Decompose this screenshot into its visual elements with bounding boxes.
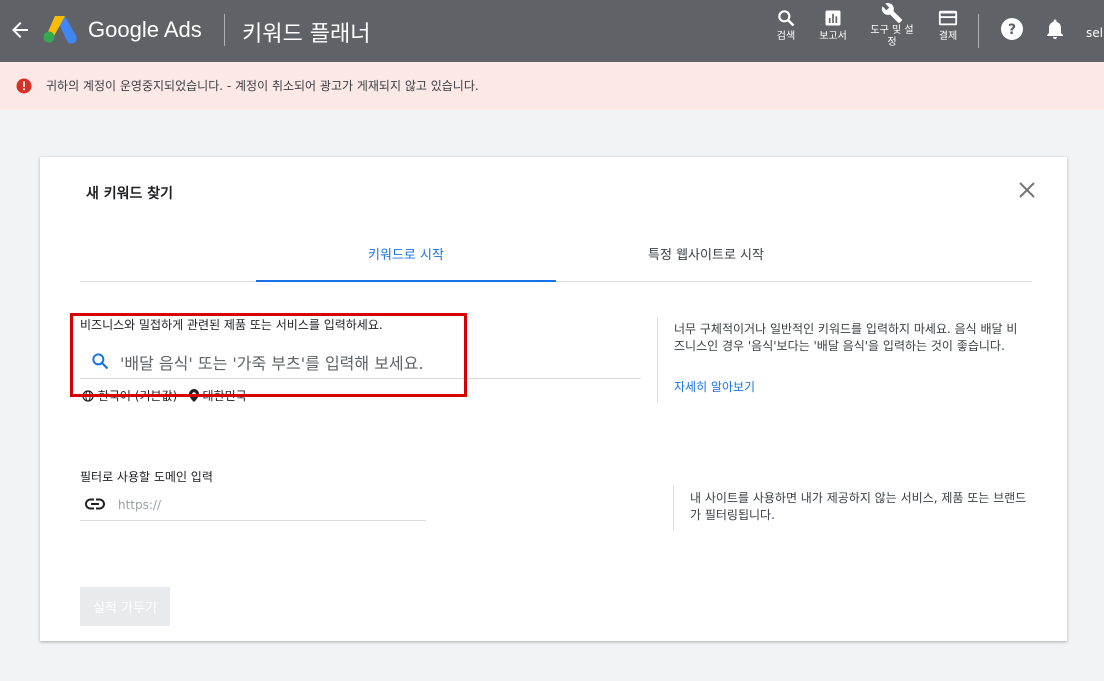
svg-text:?: ? [1008,22,1016,38]
brand-name: Google Ads [88,17,202,42]
get-results-button[interactable]: 실적 가두기 [80,587,170,626]
divider [978,14,979,48]
alert-message: 귀하의 계정이 운영중지되었습니다. - 계정이 취소되어 광고가 게재되지 않… [46,79,479,93]
keyword-search-field[interactable] [80,349,641,379]
billing-tool-button[interactable]: 결제 [934,8,962,43]
back-arrow-icon[interactable] [8,16,32,44]
reports-tool-button[interactable]: 보고서 [816,8,850,43]
tools-settings-label: 도구 및 설정 [870,25,914,48]
google-ads-logo-icon [43,16,77,44]
keyword-prompt-label: 비즈니스와 밀접하게 관련된 제품 또는 서비스를 입력하세요. [80,318,383,332]
keyword-search-input[interactable] [120,349,630,377]
search-tool-label: 검색 [776,31,796,42]
reports-icon [825,10,841,26]
language-location-row: 한국어 (기본값) 대한민국 [82,387,247,404]
new-keyword-dialog: 새 키워드 찾기 키워드로 시작 특정 웹사이트로 시작 비즈니스와 밀접하게 … [40,157,1067,641]
location-pin-icon [188,389,199,402]
keyword-hint-text: 너무 구체적이거나 일반적인 키워드를 입력하지 마세요. 음식 배달 비즈니스… [674,322,1018,353]
help-icon[interactable]: ? [1000,17,1024,41]
top-app-bar: Google Ads 키워드 플래너 검색 보고서 도구 및 설정 결제 ? s… [0,0,1104,62]
tools-settings-button[interactable]: 도구 및 설정 [866,2,918,49]
close-icon[interactable] [1018,181,1036,199]
tab-start-with-keywords[interactable]: 키워드로 시작 [256,237,556,282]
search-icon [778,10,795,27]
location-selector[interactable]: 대한민국 [203,389,247,403]
tab-bar: 키워드로 시작 특정 웹사이트로 시작 [80,237,1032,282]
reports-tool-label: 보고서 [819,31,847,42]
globe-icon [82,390,94,402]
domain-filter-field[interactable] [80,491,426,521]
link-icon [85,498,105,510]
divider [224,14,225,46]
tab-start-with-website[interactable]: 특정 웹사이트로 시작 [556,237,856,281]
divider [673,485,674,531]
notifications-bell-icon[interactable] [1044,17,1066,41]
domain-filter-label: 필터로 사용할 도메인 입력 [80,470,213,484]
wrench-icon [881,3,903,24]
language-selector[interactable]: 한국어 (기본값) [98,389,177,403]
search-icon [92,353,109,370]
search-tool-button[interactable]: 검색 [772,8,800,43]
learn-more-link[interactable]: 자세히 알아보기 [674,378,755,395]
account-alert-banner: 귀하의 계정이 운영중지되었습니다. - 계정이 취소되어 광고가 게재되지 않… [0,62,1104,110]
divider [657,317,658,403]
billing-tool-label: 결제 [938,31,958,42]
account-name[interactable]: sell [1086,26,1104,40]
error-icon [16,78,32,94]
dialog-title: 새 키워드 찾기 [86,186,174,202]
domain-input[interactable] [118,493,418,517]
page-title: 키워드 플래너 [242,22,371,47]
domain-hint-text: 내 사이트를 사용하면 내가 제공하지 않는 서비스, 제품 또는 브랜드가 필… [690,491,1027,522]
billing-icon [938,10,958,26]
